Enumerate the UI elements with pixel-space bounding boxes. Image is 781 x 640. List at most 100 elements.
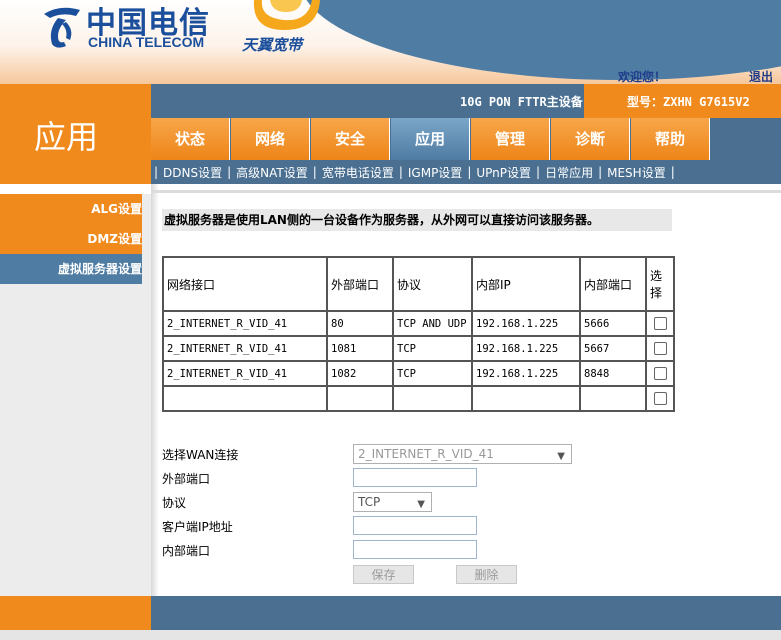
ext-port-input[interactable]: [353, 468, 477, 487]
table-row: 2_INTERNET_R_VID_41 1082 TCP 192.168.1.2…: [162, 360, 675, 387]
cell-ext-port: [326, 385, 394, 412]
subnav-igmp[interactable]: IGMP设置: [405, 164, 465, 181]
wan-select-value: 2_INTERNET_R_VID_41: [358, 447, 494, 461]
protocol-select-value: TCP: [358, 495, 381, 509]
cell-interface: 2_INTERNET_R_VID_41: [162, 310, 328, 337]
cell-int-port: 5666: [579, 310, 647, 337]
ext-port-label: 外部端口: [162, 472, 211, 486]
cell-interface: 2_INTERNET_R_VID_41: [162, 360, 328, 387]
section-title: 应用: [34, 118, 99, 156]
subnav-daily-apps[interactable]: 日常应用: [542, 164, 596, 181]
client-ip-label: 客户端IP地址: [162, 520, 233, 534]
int-port-label: 内部端口: [162, 544, 211, 558]
tab-network[interactable]: 网络: [231, 118, 310, 160]
row-checkbox[interactable]: [653, 392, 667, 405]
tab-help[interactable]: 帮助: [631, 118, 710, 160]
main-divider: [151, 190, 781, 193]
brand-english-name: CHINA TELECOM: [88, 34, 205, 50]
table-row: [162, 385, 675, 412]
cell-select: [645, 360, 675, 387]
tab-management[interactable]: 管理: [471, 118, 550, 160]
tab-security[interactable]: 安全: [311, 118, 390, 160]
col-header: 内部IP: [471, 256, 581, 312]
col-header: 内部端口: [579, 256, 647, 312]
separator: |: [670, 165, 675, 179]
virtual-server-table: 网络接口 外部端口 协议 内部IP 内部端口 选择 2_INTERNET_R_V…: [162, 256, 675, 412]
table-header-row: 网络接口 外部端口 协议 内部IP 内部端口 选择: [162, 256, 675, 312]
cell-int-port: [579, 385, 647, 412]
sidebar-item-label: DMZ设置: [87, 232, 142, 246]
col-header: 网络接口: [162, 256, 328, 312]
wan-select[interactable]: 2_INTERNET_R_VID_41 ▼: [353, 444, 572, 464]
page-description: 虚拟服务器是使用LAN侧的一台设备作为服务器，从外网可以直接访问该服务器。: [162, 209, 672, 231]
separator: |: [154, 165, 159, 179]
sidebar-item-dmz[interactable]: DMZ设置: [0, 224, 142, 254]
subnav-upnp[interactable]: UPnP设置: [473, 164, 534, 181]
subnav-mesh[interactable]: MESH设置: [604, 164, 669, 181]
cell-protocol: TCP: [392, 335, 473, 362]
cell-internal-ip: 192.168.1.225: [471, 360, 581, 387]
int-port-input[interactable]: [353, 540, 477, 559]
protocol-label: 协议: [162, 496, 187, 510]
sidebar-gap: [0, 184, 151, 194]
device-label: 10G PON FTTR主设备: [460, 95, 583, 109]
delete-button[interactable]: 删除: [456, 565, 517, 584]
chevron-down-icon: ▼: [417, 499, 425, 510]
tab-diagnostics[interactable]: 诊断: [551, 118, 630, 160]
telecom-emblem-icon: [44, 7, 80, 48]
separator: |: [598, 165, 603, 179]
cell-protocol: TCP AND UDP: [392, 310, 473, 337]
cell-internal-ip: 192.168.1.225: [471, 310, 581, 337]
cell-interface: 2_INTERNET_R_VID_41: [162, 335, 328, 362]
row-checkbox[interactable]: [653, 317, 667, 330]
main-shadow: [151, 184, 159, 596]
sub-brand-name: 天翼宽带: [242, 36, 303, 54]
welcome-text: 欢迎您！: [618, 70, 667, 84]
wan-label: 选择WAN连接: [162, 448, 239, 462]
separator: |: [227, 165, 232, 179]
tab-application[interactable]: 应用: [391, 118, 470, 160]
cell-int-port: 5667: [579, 335, 647, 362]
footer-strip: [0, 630, 781, 640]
row-checkbox[interactable]: [653, 367, 667, 380]
client-ip-input[interactable]: [353, 516, 477, 535]
footer-right: [151, 596, 781, 630]
cell-ext-port: 1081: [326, 335, 394, 362]
protocol-select[interactable]: TCP ▼: [353, 492, 432, 512]
cell-ext-port: 1082: [326, 360, 394, 387]
col-header: 协议: [392, 256, 473, 312]
cell-internal-ip: [471, 385, 581, 412]
sidebar-item-label: ALG设置: [91, 202, 142, 216]
model-label: 型号：ZXHN G7615V2: [627, 95, 750, 109]
subnav-voip[interactable]: 宽带电话设置: [319, 164, 397, 181]
separator: |: [467, 165, 472, 179]
chevron-down-icon: ▼: [557, 451, 565, 462]
cell-interface: [162, 385, 328, 412]
subnav-advanced-nat[interactable]: 高级NAT设置: [233, 164, 311, 181]
tab-status[interactable]: 状态: [151, 118, 230, 160]
table-row: 2_INTERNET_R_VID_41 80 TCP AND UDP 192.1…: [162, 310, 675, 337]
separator: |: [536, 165, 541, 179]
separator: |: [398, 165, 403, 179]
cell-protocol: [392, 385, 473, 412]
cell-select: [645, 385, 675, 412]
subnav-ddns[interactable]: DDNS设置: [160, 164, 225, 181]
col-header: 选择: [645, 256, 675, 312]
sidebar-item-virtual-server[interactable]: 虚拟服务器设置: [0, 254, 142, 284]
save-button[interactable]: 保存: [353, 565, 414, 584]
cell-int-port: 8848: [579, 360, 647, 387]
sidebar-item-alg[interactable]: ALG设置: [0, 194, 142, 224]
cell-internal-ip: 192.168.1.225: [471, 335, 581, 362]
footer-left: [0, 596, 151, 630]
logout-link[interactable]: 退出: [749, 68, 773, 85]
separator: |: [312, 165, 317, 179]
sidebar-item-label: 虚拟服务器设置: [57, 262, 142, 276]
col-header: 外部端口: [326, 256, 394, 312]
table-row: 2_INTERNET_R_VID_41 1081 TCP 192.168.1.2…: [162, 335, 675, 362]
cell-protocol: TCP: [392, 360, 473, 387]
cell-select: [645, 310, 675, 337]
header-decoration: [300, 0, 781, 80]
cell-select: [645, 335, 675, 362]
row-checkbox[interactable]: [653, 342, 667, 355]
cell-ext-port: 80: [326, 310, 394, 337]
